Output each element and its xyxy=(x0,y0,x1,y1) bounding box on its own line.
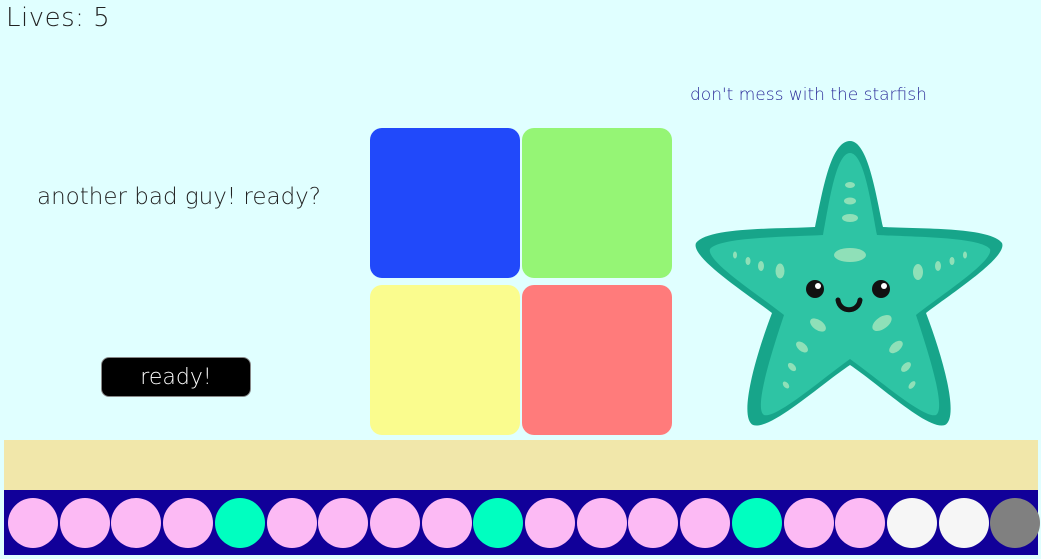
progress-dot-pending xyxy=(835,498,886,548)
progress-dot-empty xyxy=(938,498,989,548)
starfish-icon xyxy=(695,141,1003,426)
progress-dot-pending xyxy=(525,498,575,548)
progress-track xyxy=(4,490,1041,555)
progress-dot-pending xyxy=(421,498,472,548)
progress-dot-current xyxy=(990,498,1041,548)
pad-blue[interactable] xyxy=(370,128,520,278)
game-message: another bad guy! ready? xyxy=(37,184,321,210)
pad-red[interactable] xyxy=(522,285,672,435)
lives-counter: Lives: 5 xyxy=(6,3,110,33)
progress-dot-pending xyxy=(680,498,731,548)
progress-dot-pending xyxy=(111,498,162,548)
progress-dot-pending xyxy=(163,498,214,548)
enemy-caption: don't mess with the starfish xyxy=(690,85,927,105)
progress-dot-pending xyxy=(318,498,369,548)
game-screen: Lives: 5 another bad guy! ready? ready! … xyxy=(0,0,1041,559)
pad-green[interactable] xyxy=(522,128,672,278)
progress-dot-enemy xyxy=(473,498,524,548)
sand-strip xyxy=(4,440,1038,490)
progress-dot-pending xyxy=(59,498,110,548)
progress-dot-pending xyxy=(8,498,58,548)
progress-dot-pending xyxy=(783,498,834,548)
progress-dot-pending xyxy=(576,498,627,548)
ready-button[interactable]: ready! xyxy=(101,357,251,397)
progress-dot-empty xyxy=(886,498,937,548)
progress-dot-enemy xyxy=(214,498,265,548)
progress-dot-pending xyxy=(369,498,420,548)
progress-dot-pending xyxy=(266,498,317,548)
lives-text: Lives: 5 xyxy=(6,3,111,33)
progress-dot-pending xyxy=(628,498,679,548)
pad-yellow[interactable] xyxy=(370,285,520,435)
progress-dot-enemy xyxy=(731,498,782,548)
